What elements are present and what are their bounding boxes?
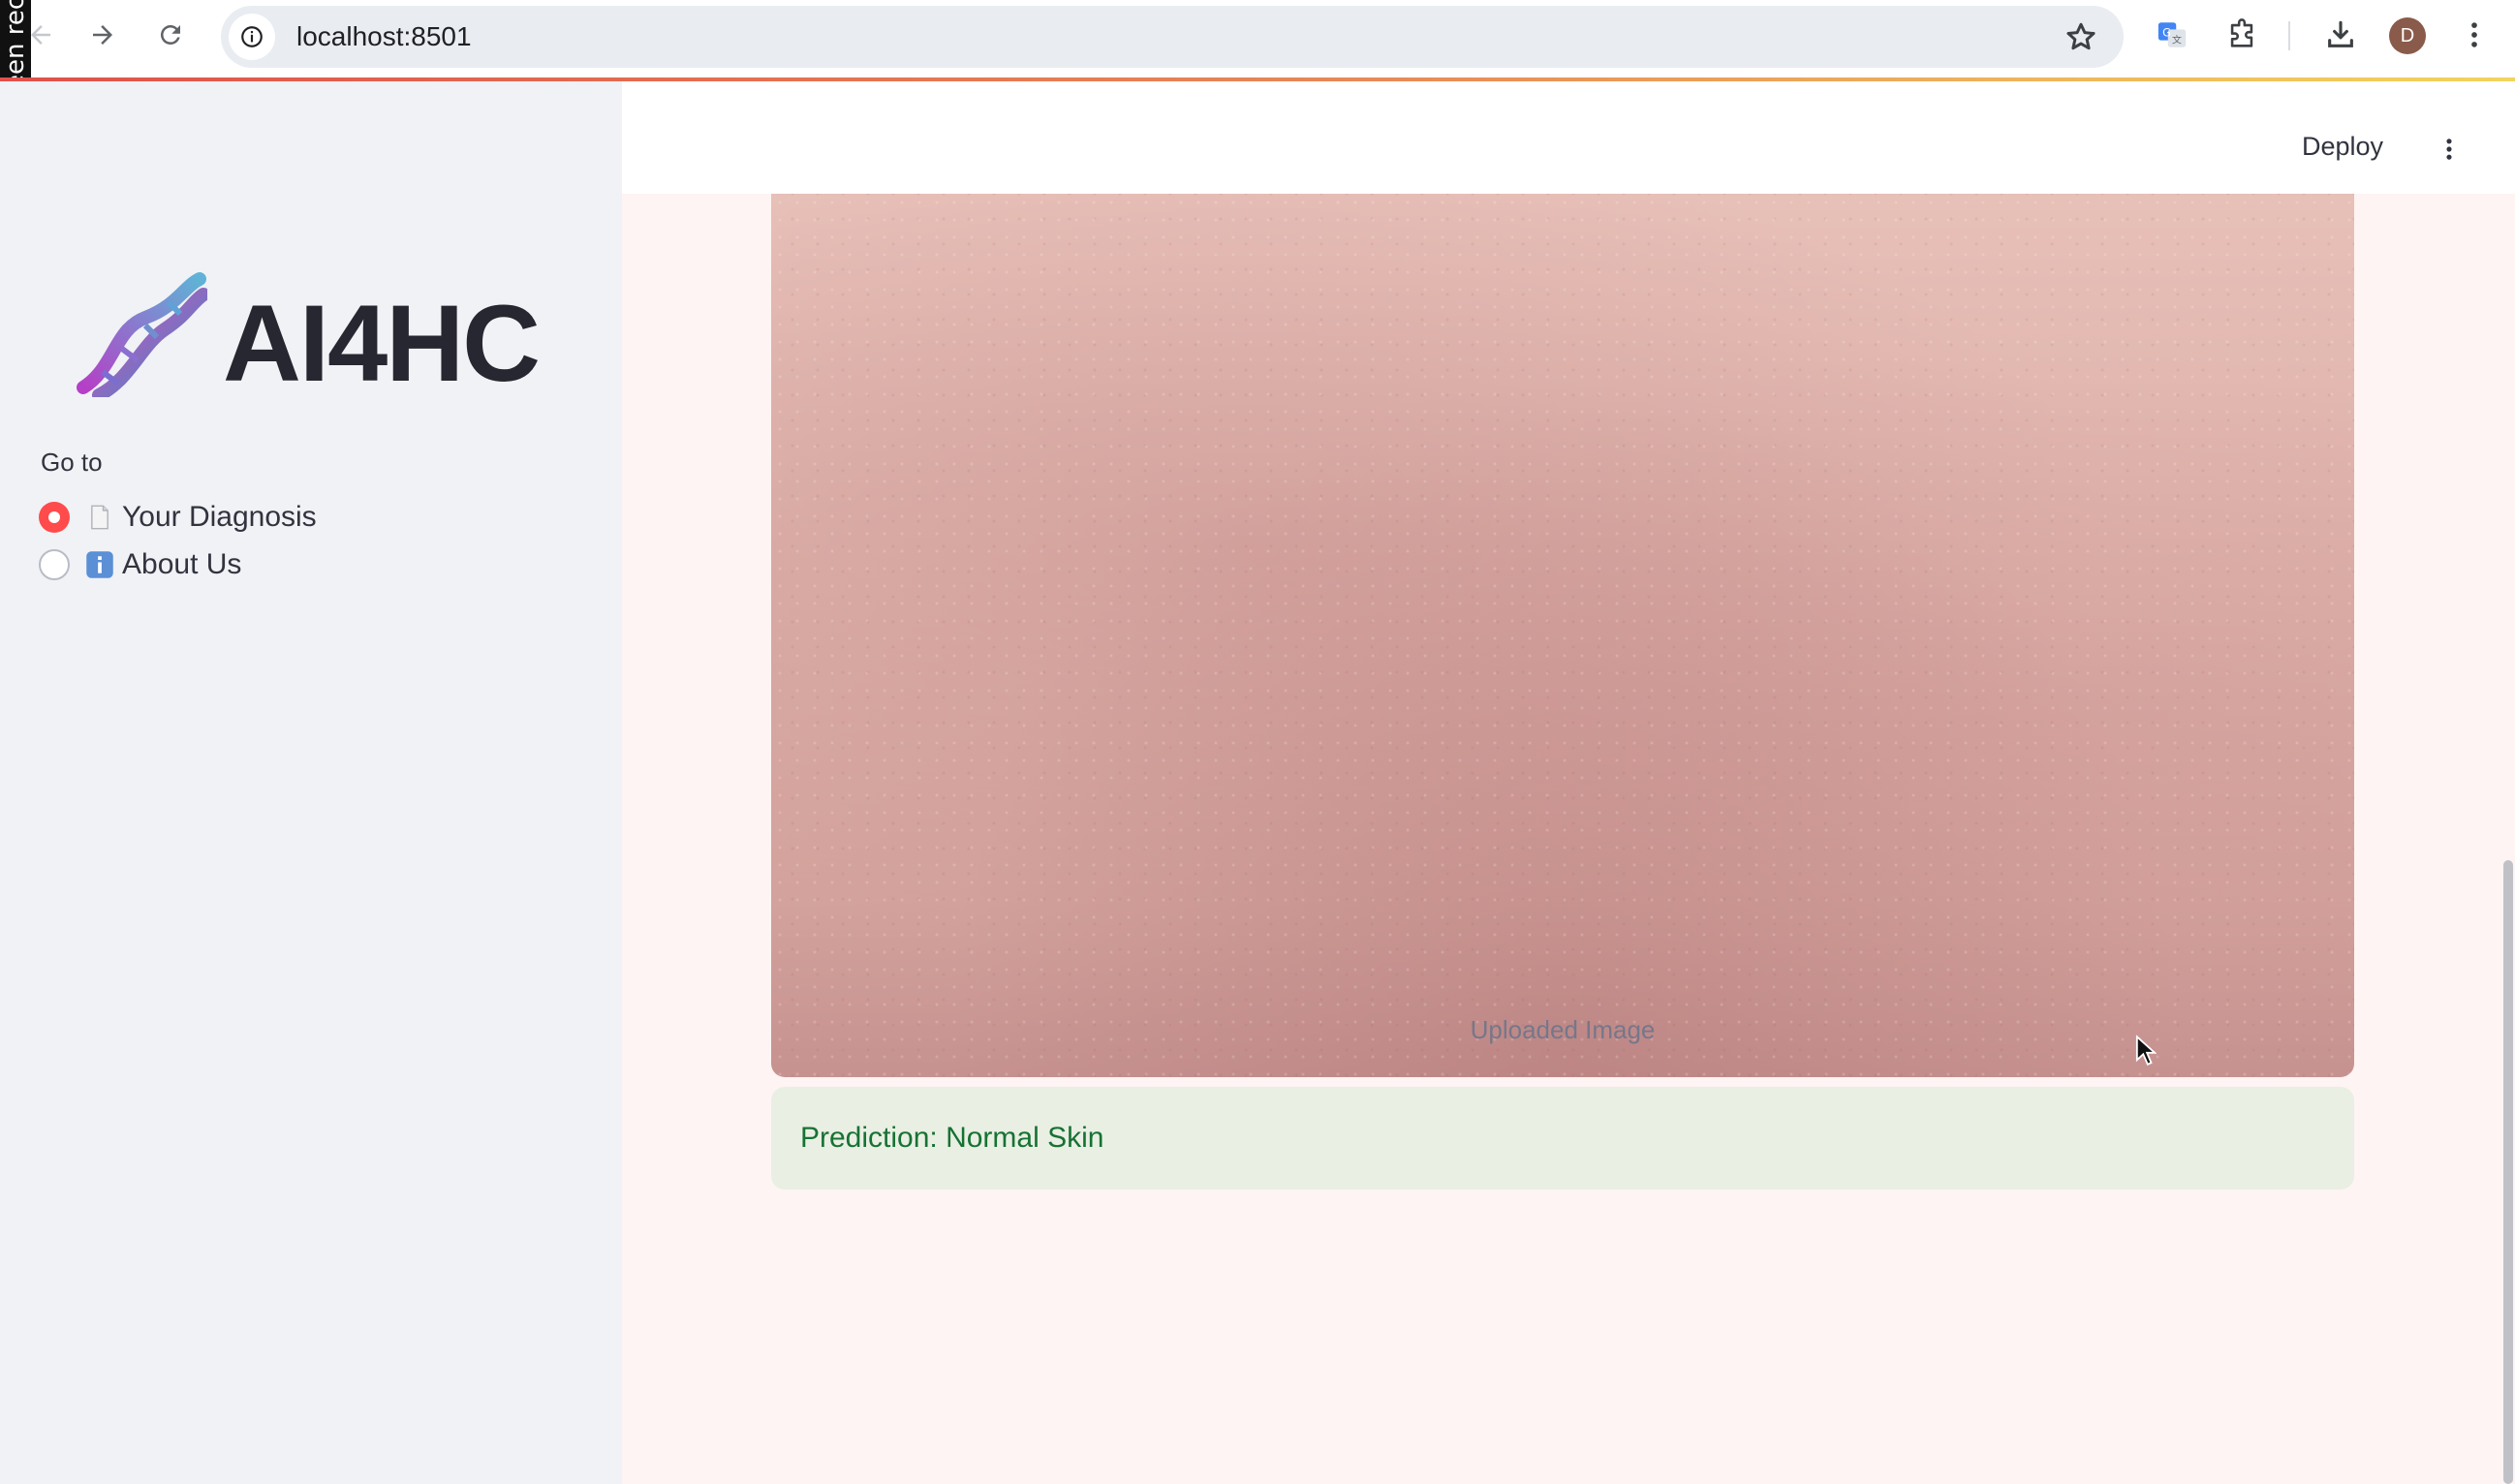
nav-option-about-us[interactable]: About Us — [39, 545, 241, 584]
prediction-alert: Prediction: Normal Skin — [771, 1087, 2354, 1190]
mouse-pointer-icon — [2135, 1035, 2157, 1066]
nav-option-label: About Us — [122, 548, 242, 580]
prediction-text: Prediction: Normal Skin — [800, 1122, 1104, 1154]
reload-button[interactable] — [149, 14, 192, 56]
radio-unselected-icon[interactable] — [39, 549, 70, 580]
site-info-button[interactable] — [229, 14, 275, 60]
info-circle-icon — [241, 26, 263, 47]
image-caption: Uploaded Image — [1470, 1015, 1656, 1044]
translate-icon[interactable]: G文 — [2153, 15, 2191, 54]
svg-text:G: G — [2162, 25, 2171, 39]
bookmark-star-icon[interactable] — [2064, 19, 2098, 54]
uploaded-skin-image — [771, 194, 2354, 1077]
deploy-button[interactable]: Deploy — [2302, 132, 2383, 162]
app-title: AI4HC — [223, 283, 541, 404]
back-arrow-icon — [31, 25, 50, 45]
sidebar: AI4HC Go to Your Diagnosis About Us — [0, 81, 622, 1484]
address-bar[interactable]: localhost:8501 — [221, 6, 2124, 68]
browser-menu-icon[interactable] — [2455, 15, 2494, 54]
extensions-puzzle-icon[interactable] — [2222, 15, 2261, 54]
info-icon — [85, 550, 114, 579]
svg-text:文: 文 — [2172, 34, 2182, 46]
profile-avatar[interactable]: D — [2389, 17, 2426, 54]
radio-selected-icon[interactable] — [39, 502, 70, 533]
reload-icon — [160, 24, 180, 45]
nav-option-your-diagnosis[interactable]: Your Diagnosis — [39, 498, 317, 537]
toolbar-divider — [2288, 21, 2290, 50]
app-menu-icon[interactable] — [2434, 134, 2465, 165]
download-icon[interactable] — [2321, 15, 2360, 54]
nav-option-label: Your Diagnosis — [122, 501, 317, 533]
dna-logo-icon — [77, 272, 207, 397]
page-icon — [85, 503, 114, 532]
url-text: localhost:8501 — [296, 21, 472, 51]
back-button[interactable] — [19, 14, 62, 56]
main-content: Deploy Uploaded Image Prediction: Normal… — [622, 81, 2515, 1484]
forward-arrow-icon — [93, 25, 112, 45]
nav-radio-label: Go to — [41, 448, 103, 477]
page-scrollbar[interactable] — [2503, 860, 2513, 1484]
app-header: Deploy — [622, 81, 2515, 194]
browser-toolbar: een rec localhost:8501 G文 D — [0, 0, 2515, 85]
forward-button[interactable] — [81, 14, 124, 56]
